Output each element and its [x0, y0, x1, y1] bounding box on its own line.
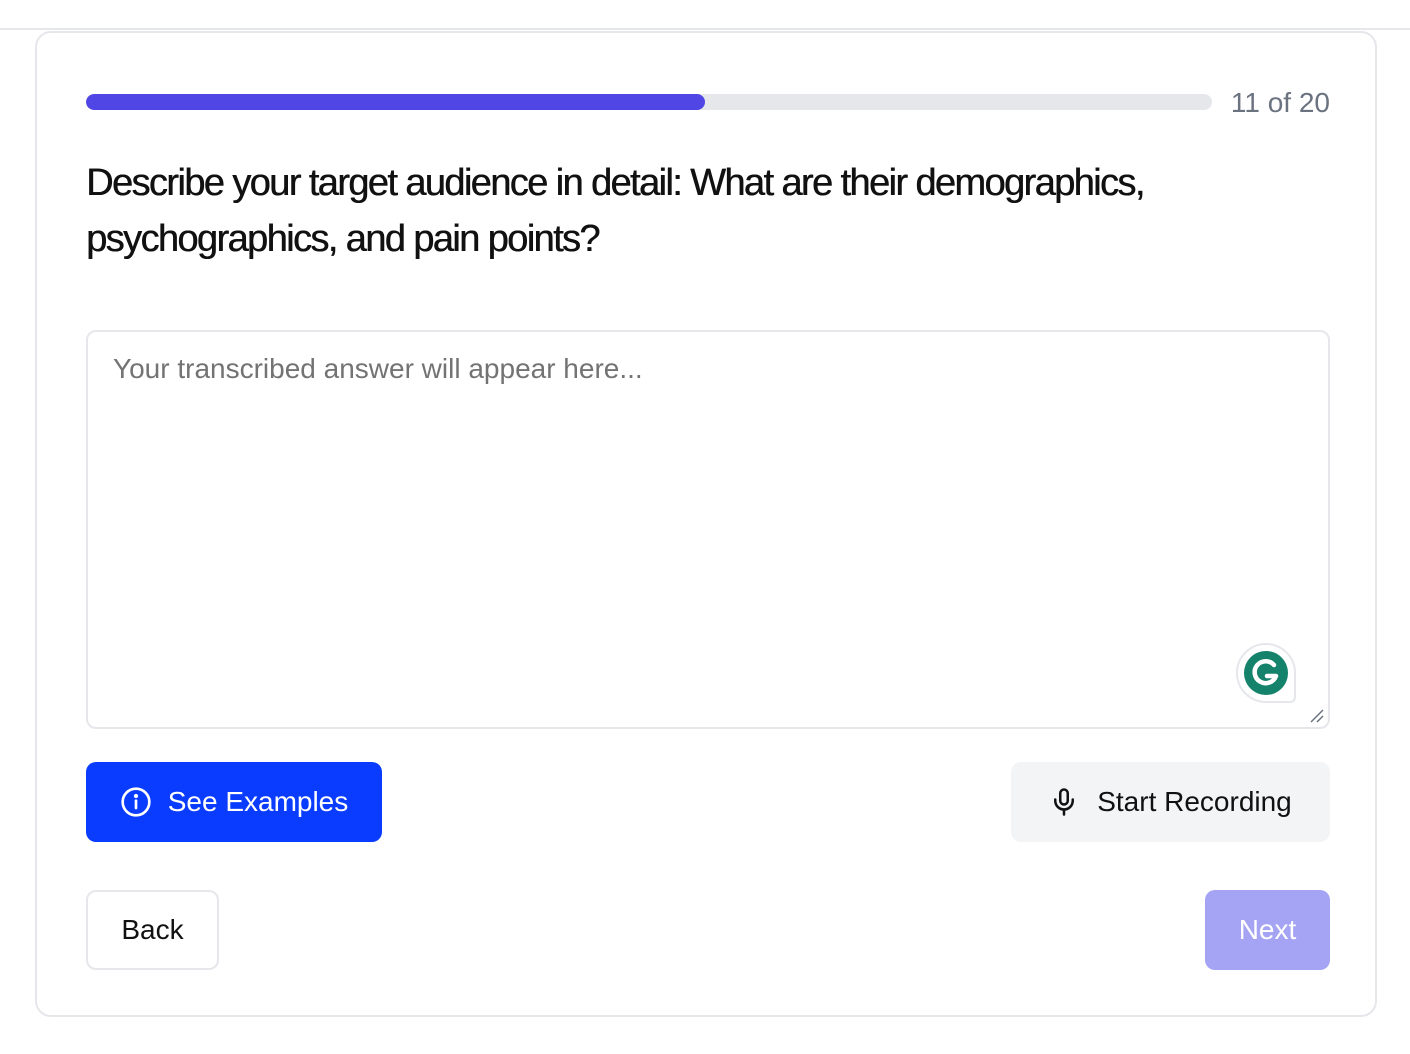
info-icon — [120, 786, 152, 818]
question-card: 11 of 20 Describe your target audience i… — [35, 31, 1377, 1017]
microphone-icon — [1049, 786, 1079, 818]
start-recording-label: Start Recording — [1097, 786, 1292, 817]
start-recording-button[interactable]: Start Recording — [1011, 762, 1330, 842]
see-examples-button[interactable]: See Examples — [86, 762, 382, 842]
question-text: Describe your target audience in detail:… — [86, 162, 1145, 260]
resize-handle-icon[interactable] — [1308, 707, 1324, 723]
answer-textarea[interactable] — [88, 332, 1328, 727]
answer-box — [86, 330, 1330, 729]
progress-counter: 11 of 20 — [1230, 87, 1330, 118]
back-button[interactable]: Back — [86, 890, 219, 970]
see-examples-label: See Examples — [167, 786, 349, 817]
next-button[interactable]: Next — [1205, 890, 1330, 970]
grammarly-icon[interactable] — [1236, 643, 1296, 703]
progress-bar-fill — [86, 94, 706, 110]
progress-section: 11 of 20 — [86, 86, 1330, 120]
progress-bar — [86, 94, 1212, 110]
top-divider — [0, 28, 1410, 30]
